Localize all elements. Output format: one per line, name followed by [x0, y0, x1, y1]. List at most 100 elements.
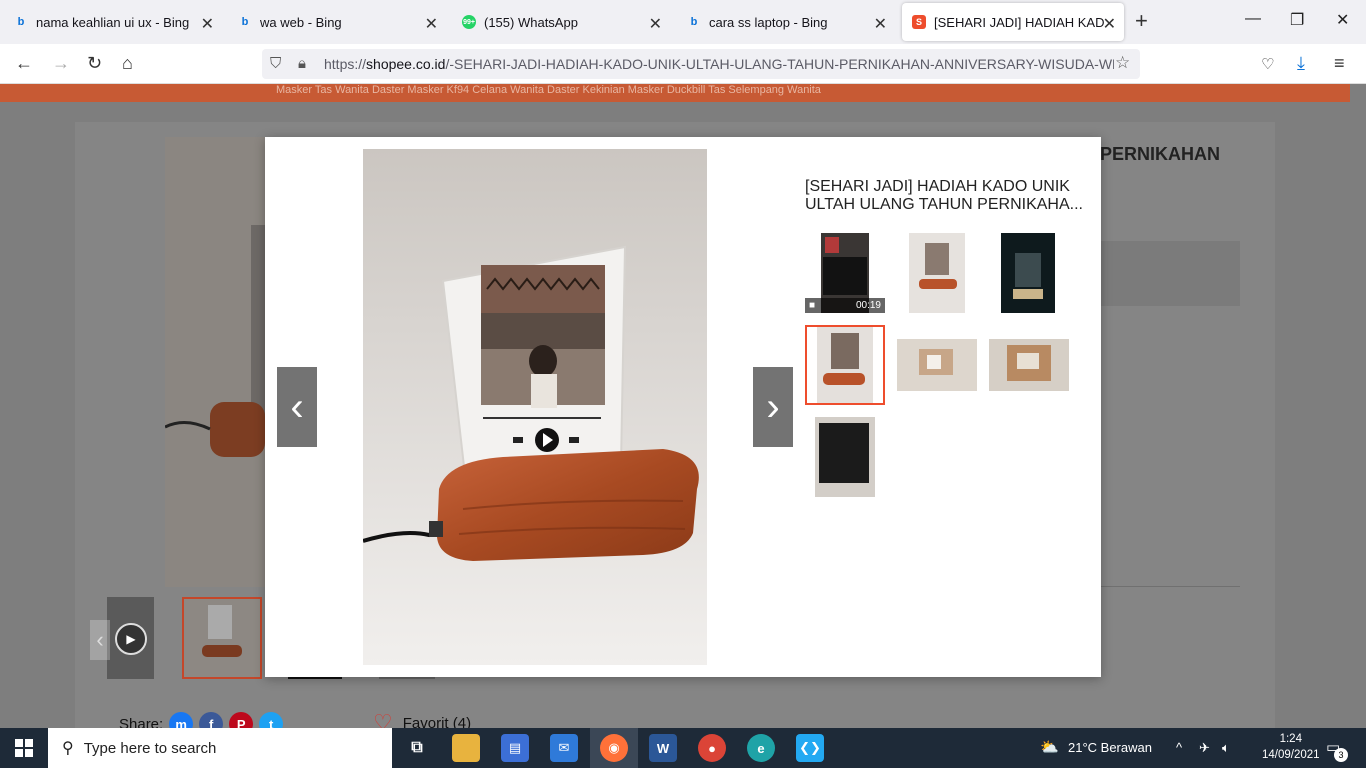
product-photo — [363, 149, 707, 665]
windows-taskbar: ⚲ Type here to search ⧉ ▤ ✉ ◉ W ● e ❮❯ ⛅… — [0, 728, 1366, 768]
close-window-icon[interactable]: ✕ — [1336, 10, 1349, 30]
browser-nav-bar: ← → ↻ ⌂ ⛉ 🔒︎ https://shopee.co.id/-SEHAR… — [0, 44, 1366, 84]
chevron-right-icon[interactable]: › — [766, 385, 779, 430]
windows-logo-icon[interactable] — [15, 739, 33, 757]
tray-expand-icon[interactable]: ^ — [1176, 740, 1182, 755]
pinterest-icon[interactable]: P — [229, 712, 254, 728]
close-tab-icon[interactable]: ✕ — [425, 14, 438, 34]
url-text[interactable]: https://shopee.co.id/-SEHARI-JADI-HADIAH… — [324, 56, 1114, 72]
clock-date: 14/09/2021 — [1262, 749, 1320, 761]
close-tab-icon[interactable]: ✕ — [649, 14, 662, 34]
facebook-icon[interactable]: f — [199, 712, 224, 728]
home-icon[interactable]: ⌂ — [122, 53, 133, 74]
store-icon[interactable]: ▤ — [501, 734, 529, 762]
tab-bing-ss-laptop[interactable]: b cara ss laptop - Bing ✕ — [677, 3, 895, 41]
thumb-2[interactable] — [897, 233, 977, 313]
thumb-video[interactable]: ■ 00:19 — [805, 233, 885, 313]
new-tab-icon[interactable]: + — [1135, 8, 1148, 34]
tab-bing-ui-ux[interactable]: b nama keahlian ui ux - Bing ✕ — [4, 3, 222, 41]
tab-label: nama keahlian ui ux - Bing — [36, 14, 190, 30]
tab-shopee-active[interactable]: S [SEHARI JADI] HADIAH KADO U ✕ — [902, 3, 1124, 41]
tab-label: cara ss laptop - Bing — [709, 14, 828, 30]
price-box-behind — [1100, 241, 1240, 306]
thumb-video-behind[interactable]: ▶ — [107, 597, 154, 679]
modal-product-title: [SEHARI JADI] HADIAH KADO UNIK ULTAH ULA… — [805, 178, 1083, 213]
reload-icon[interactable]: ↻ — [87, 53, 102, 74]
thumb-3[interactable] — [989, 233, 1069, 313]
browser-tab-bar: b nama keahlian ui ux - Bing ✕ b wa web … — [0, 0, 1366, 44]
close-tab-icon[interactable]: ✕ — [874, 14, 887, 34]
tab-label: wa web - Bing — [260, 14, 342, 30]
divider — [1100, 586, 1240, 587]
thumb-photo — [989, 233, 1069, 313]
thumb-photo — [807, 327, 883, 403]
weather-text[interactable]: 21°C Berawan — [1068, 740, 1152, 755]
task-view-icon[interactable]: ⧉ — [403, 734, 431, 762]
pocket-icon[interactable]: ♡ — [1261, 55, 1274, 73]
product-title-behind: PERNIKAHAN — [1100, 144, 1221, 164]
network-icon[interactable]: ✈ — [1199, 740, 1210, 756]
word-icon[interactable]: W — [649, 734, 677, 762]
prev-image-button[interactable]: ‹ — [277, 367, 317, 447]
menu-icon[interactable]: ≡ — [1334, 53, 1345, 74]
close-tab-icon[interactable]: ✕ — [201, 14, 214, 34]
product-photo-behind — [164, 137, 265, 587]
video-duration: 00:19 — [855, 300, 881, 311]
thumb-7[interactable] — [805, 417, 885, 497]
video-camera-icon: ■ — [809, 300, 816, 311]
minimize-icon[interactable]: — — [1245, 10, 1261, 28]
favorite-label[interactable]: Favorit (4) — [403, 715, 471, 729]
thumb-photo — [897, 325, 977, 405]
image-gallery-modal: ‹ › [SEHARI JADI] HADIAH KADO UNIK ULTAH… — [265, 137, 1101, 677]
thumb-6[interactable] — [989, 325, 1069, 405]
file-explorer-icon[interactable] — [452, 734, 480, 762]
twitter-icon[interactable]: t — [259, 712, 284, 728]
tab-whatsapp[interactable]: 99+ (155) WhatsApp ✕ — [452, 3, 670, 41]
chrome-icon[interactable]: ● — [698, 734, 726, 762]
volume-icon[interactable]: 🔈︎ — [1222, 740, 1230, 756]
share-row: Share: m f P t — [119, 712, 284, 728]
back-icon[interactable]: ← — [15, 53, 33, 74]
favorite-row[interactable]: ♡ Favorit (4) — [373, 710, 471, 728]
clock[interactable]: 1:24 14/09/2021 — [1262, 731, 1320, 763]
shopee-icon: S — [912, 15, 926, 29]
play-icon[interactable]: ▶ — [115, 623, 147, 655]
close-tab-icon[interactable]: ✕ — [1103, 14, 1116, 34]
search-placeholder[interactable]: Type here to search — [84, 740, 217, 757]
heart-icon[interactable]: ♡ — [373, 710, 393, 728]
restore-icon[interactable]: ❐ — [1290, 10, 1304, 30]
whatsapp-icon: 99+ — [462, 15, 476, 29]
taskbar-search[interactable]: ⚲ Type here to search — [48, 728, 392, 768]
shield-icon[interactable]: ⛉ — [270, 55, 281, 72]
download-icon[interactable]: ⤓ — [1297, 53, 1305, 74]
bing-icon: b — [17, 16, 25, 28]
edge-icon[interactable]: e — [747, 734, 775, 762]
thumb-photo — [897, 233, 977, 313]
bing-icon: b — [690, 16, 698, 28]
thumb-prev-arrow-icon[interactable]: ‹ — [90, 620, 110, 660]
category-links[interactable]: Masker Tas Wanita Daster Masker Kf94 Cel… — [276, 84, 821, 96]
weather-icon[interactable]: ⛅ — [1040, 738, 1059, 756]
video-badge: ■ 00:19 — [805, 298, 885, 313]
lock-icon[interactable]: 🔒︎ — [298, 55, 306, 72]
mail-icon[interactable]: ✉ — [550, 734, 578, 762]
chevron-left-icon[interactable]: ‹ — [290, 385, 303, 430]
vscode-icon[interactable]: ❮❯ — [796, 734, 824, 762]
tab-label: (155) WhatsApp — [484, 14, 578, 30]
next-image-button[interactable]: › — [753, 367, 793, 447]
thumb-5[interactable] — [897, 325, 977, 405]
clock-time: 1:24 — [1279, 733, 1302, 745]
firefox-icon[interactable]: ◉ — [600, 734, 628, 762]
thumb-photo — [989, 325, 1069, 405]
bookmark-star-icon[interactable]: ☆ — [1115, 53, 1130, 73]
product-main-image-behind — [164, 137, 265, 587]
thumb-selected-behind[interactable] — [182, 597, 262, 679]
start-button[interactable] — [0, 728, 48, 768]
thumb-4[interactable] — [805, 325, 885, 405]
messenger-icon[interactable]: m — [169, 712, 194, 728]
notification-count: 3 — [1334, 748, 1348, 762]
thumb-photo — [184, 599, 260, 677]
forward-icon[interactable]: → — [52, 53, 70, 74]
url-bar[interactable]: ⛉ 🔒︎ https://shopee.co.id/-SEHARI-JADI-H… — [262, 49, 1140, 79]
tab-bing-wa-web[interactable]: b wa web - Bing ✕ — [228, 3, 446, 41]
